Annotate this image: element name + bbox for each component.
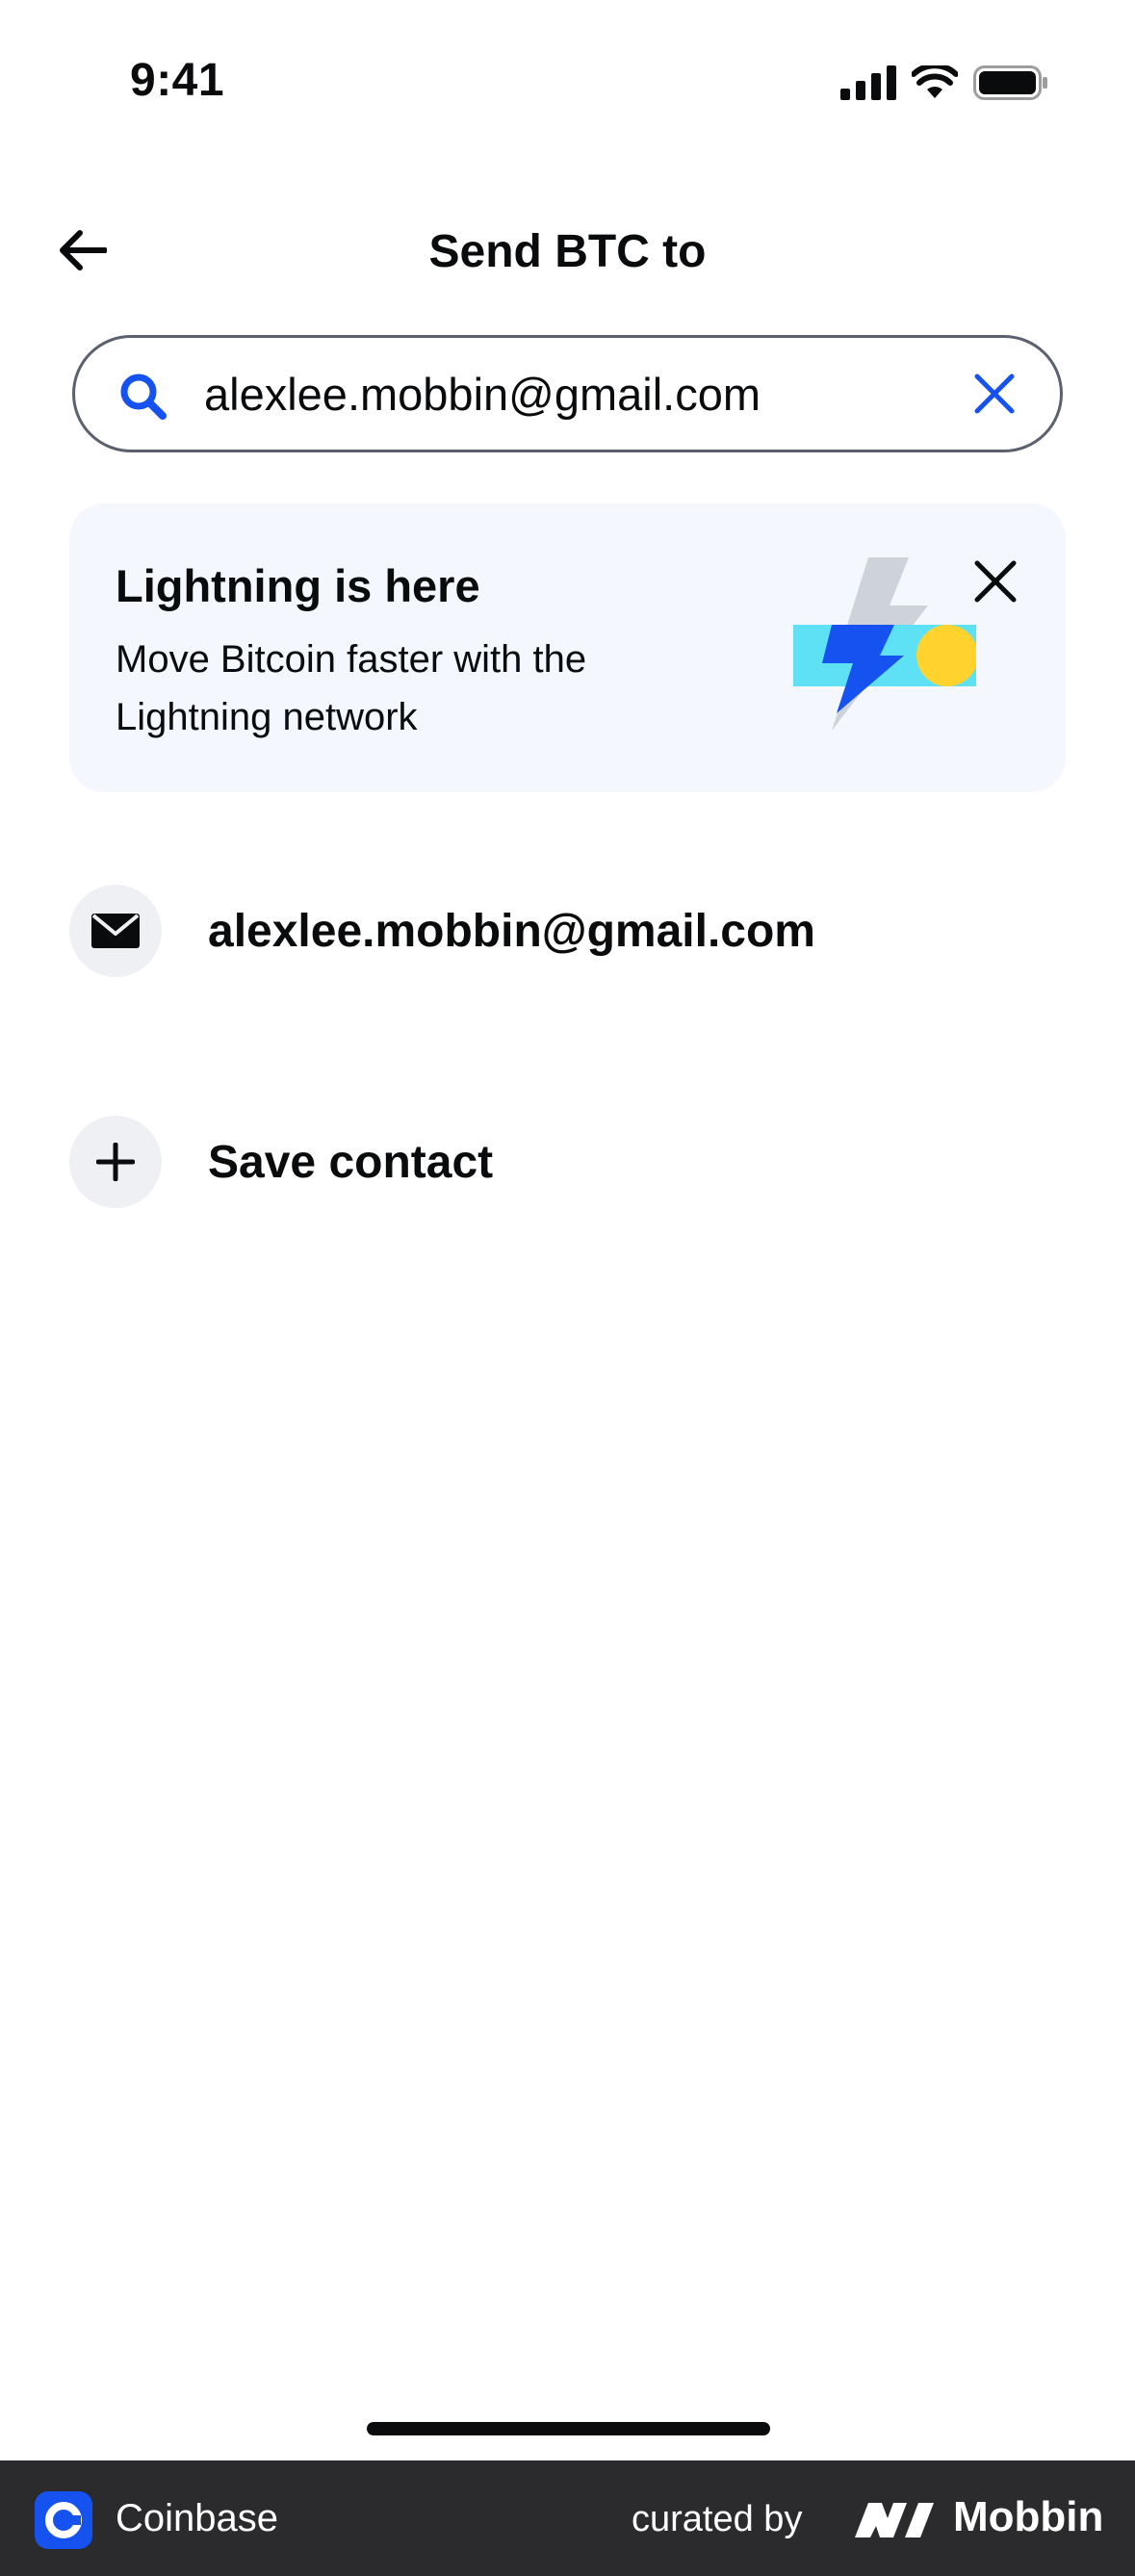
close-icon — [974, 374, 1015, 414]
battery-icon — [973, 65, 1047, 100]
recipient-email-row[interactable]: alexlee.mobbin@gmail.com — [69, 883, 1066, 979]
footer-brand: Mobbin — [953, 2493, 1104, 2540]
promo-body: Move Bitcoin faster with the Lightning n… — [116, 638, 587, 738]
recipient-email-label: alexlee.mobbin@gmail.com — [208, 905, 815, 957]
row-icon-circle — [69, 885, 162, 977]
home-indicator — [367, 2422, 770, 2435]
wifi-icon — [912, 65, 958, 98]
promo-title: Lightning is here — [116, 560, 480, 611]
plus-icon — [96, 1143, 135, 1181]
status-bar: 9:41 — [0, 0, 1135, 164]
mobbin-logo-icon — [855, 2503, 934, 2537]
footer-curated-by: curated by — [632, 2499, 803, 2539]
row-icon-circle — [69, 1116, 162, 1208]
nav-header: Send BTC to — [0, 202, 1135, 298]
status-icons — [840, 64, 1048, 102]
footer-bar: Coinbase curated by Mobbin — [0, 2460, 1135, 2576]
search-icon — [120, 374, 167, 420]
footer-app-name: Coinbase — [116, 2497, 279, 2539]
signal-icon — [840, 65, 896, 100]
lightning-promo-card[interactable]: Lightning is here Move Bitcoin faster wi… — [69, 503, 1066, 792]
close-icon — [974, 560, 1017, 603]
save-contact-row[interactable]: Save contact — [69, 1114, 1066, 1210]
lightning-illustration — [793, 557, 976, 731]
clear-search-button[interactable] — [967, 367, 1021, 421]
mail-icon — [91, 914, 140, 948]
save-contact-label: Save contact — [208, 1136, 494, 1188]
promo-close-button[interactable] — [962, 548, 1029, 615]
status-time: 9:41 — [130, 55, 225, 106]
search-box[interactable] — [72, 335, 1063, 452]
page-title: Send BTC to — [428, 226, 707, 277]
search-input[interactable] — [204, 338, 993, 450]
coinbase-logo-icon — [35, 2491, 92, 2549]
